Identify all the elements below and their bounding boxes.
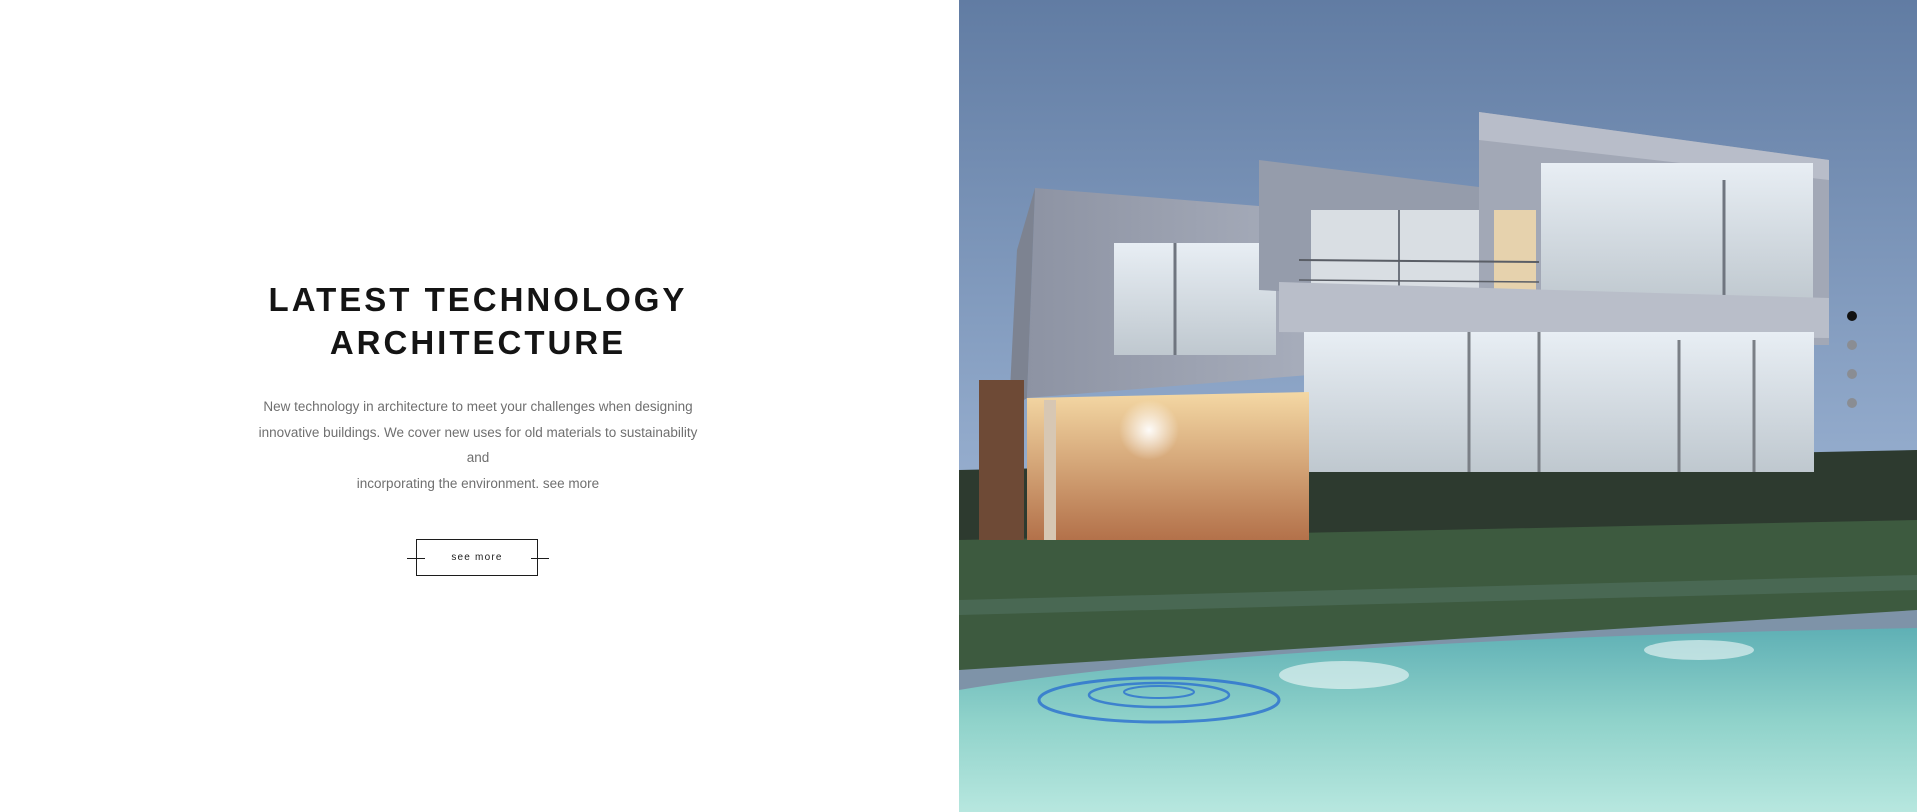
hero-headline-line2: ARCHITECTURE bbox=[329, 324, 627, 361]
slider-dot-3[interactable] bbox=[1847, 369, 1857, 379]
cta-left-line-icon bbox=[407, 558, 425, 559]
slider-dot-4[interactable] bbox=[1847, 398, 1857, 408]
page: LATEST TECHNOLOGY ARCHITECTURE New techn… bbox=[0, 0, 1917, 812]
modern-house-photo bbox=[959, 0, 1917, 812]
cta-right-line-icon bbox=[531, 558, 549, 559]
slider-pagination bbox=[1847, 311, 1857, 408]
hero-description-line2: innovative buildings. We cover new uses … bbox=[258, 424, 698, 466]
see-more-button-wrap: see more bbox=[407, 539, 549, 579]
hero-description: New technology in architecture to meet y… bbox=[248, 394, 708, 496]
slider-dot-2[interactable] bbox=[1847, 340, 1857, 350]
hero-headline-line1: LATEST TECHNOLOGY bbox=[268, 281, 688, 318]
hero-content: LATEST TECHNOLOGY ARCHITECTURE New techn… bbox=[218, 278, 738, 579]
hero-image-panel bbox=[959, 0, 1917, 812]
see-more-button[interactable]: see more bbox=[416, 539, 538, 576]
hero-description-line1: New technology in architecture to meet y… bbox=[263, 399, 693, 414]
slider-dot-1[interactable] bbox=[1847, 311, 1857, 321]
hero-headline: LATEST TECHNOLOGY ARCHITECTURE bbox=[218, 278, 738, 364]
hero-description-line3: incorporating the environment. see more bbox=[356, 475, 600, 491]
hero-text-panel: LATEST TECHNOLOGY ARCHITECTURE New techn… bbox=[0, 0, 959, 812]
